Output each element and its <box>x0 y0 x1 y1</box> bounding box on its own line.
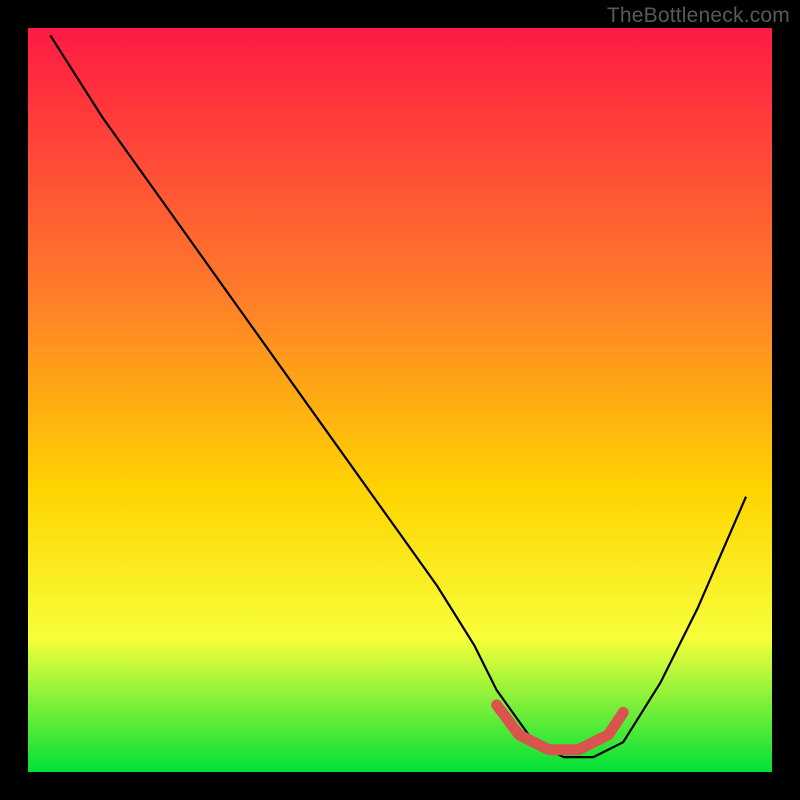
chart-container: TheBottleneck.com <box>0 0 800 800</box>
bottleneck-chart <box>0 0 800 800</box>
watermark-text: TheBottleneck.com <box>607 4 790 28</box>
plot-background <box>28 28 772 772</box>
